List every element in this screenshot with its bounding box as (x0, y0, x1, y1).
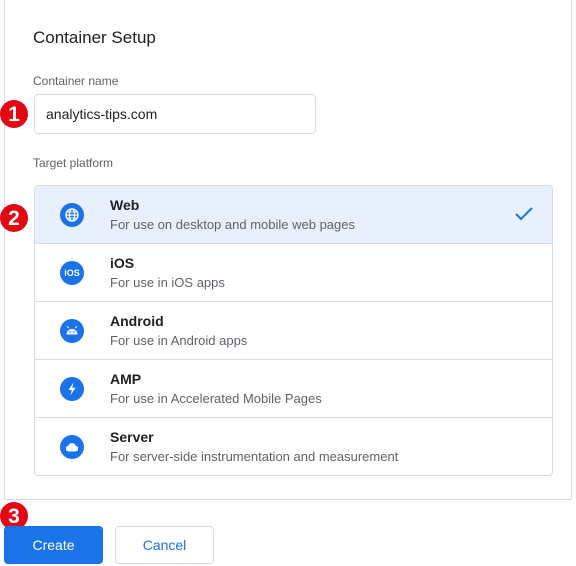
container-name-input[interactable] (34, 94, 316, 134)
platform-name: AMP (110, 371, 142, 387)
target-platform-label: Target platform (33, 156, 114, 170)
annotation-badge-1: 1 (0, 100, 28, 128)
annotation-badge-2: 2 (0, 204, 28, 232)
platform-description: For use in iOS apps (110, 275, 225, 290)
globe-icon (60, 203, 84, 227)
platform-description: For use in Android apps (110, 333, 248, 348)
cloud-icon (60, 435, 84, 459)
container-name-label: Container name (33, 74, 119, 88)
platform-description: For server-side instrumentation and meas… (110, 449, 399, 464)
platform-option-android[interactable]: Android For use in Android apps (35, 302, 552, 360)
platform-name: Web (110, 197, 140, 213)
platform-name: Server (110, 429, 154, 445)
check-icon (514, 206, 534, 227)
platform-option-ios[interactable]: iOS iOS For use in iOS apps (35, 244, 552, 302)
platform-option-web[interactable]: Web For use on desktop and mobile web pa… (35, 186, 552, 244)
platform-description: For use on desktop and mobile web pages (110, 217, 355, 232)
amp-lightning-icon (60, 377, 84, 401)
platform-description: For use in Accelerated Mobile Pages (110, 391, 322, 406)
platform-name: iOS (110, 255, 135, 271)
platform-option-amp[interactable]: AMP For use in Accelerated Mobile Pages (35, 360, 552, 418)
container-setup-card: Container Setup Container name Target pl… (4, 0, 572, 500)
ios-icon: iOS (60, 261, 84, 285)
platform-name: Android (110, 313, 164, 329)
android-icon (60, 319, 84, 343)
create-button[interactable]: Create (4, 526, 103, 564)
dialog-title: Container Setup (33, 28, 156, 47)
cancel-button[interactable]: Cancel (115, 526, 214, 564)
platform-list: Web For use on desktop and mobile web pa… (34, 185, 553, 476)
ios-icon-text: iOS (64, 268, 80, 278)
platform-option-server[interactable]: Server For server-side instrumentation a… (35, 418, 552, 475)
